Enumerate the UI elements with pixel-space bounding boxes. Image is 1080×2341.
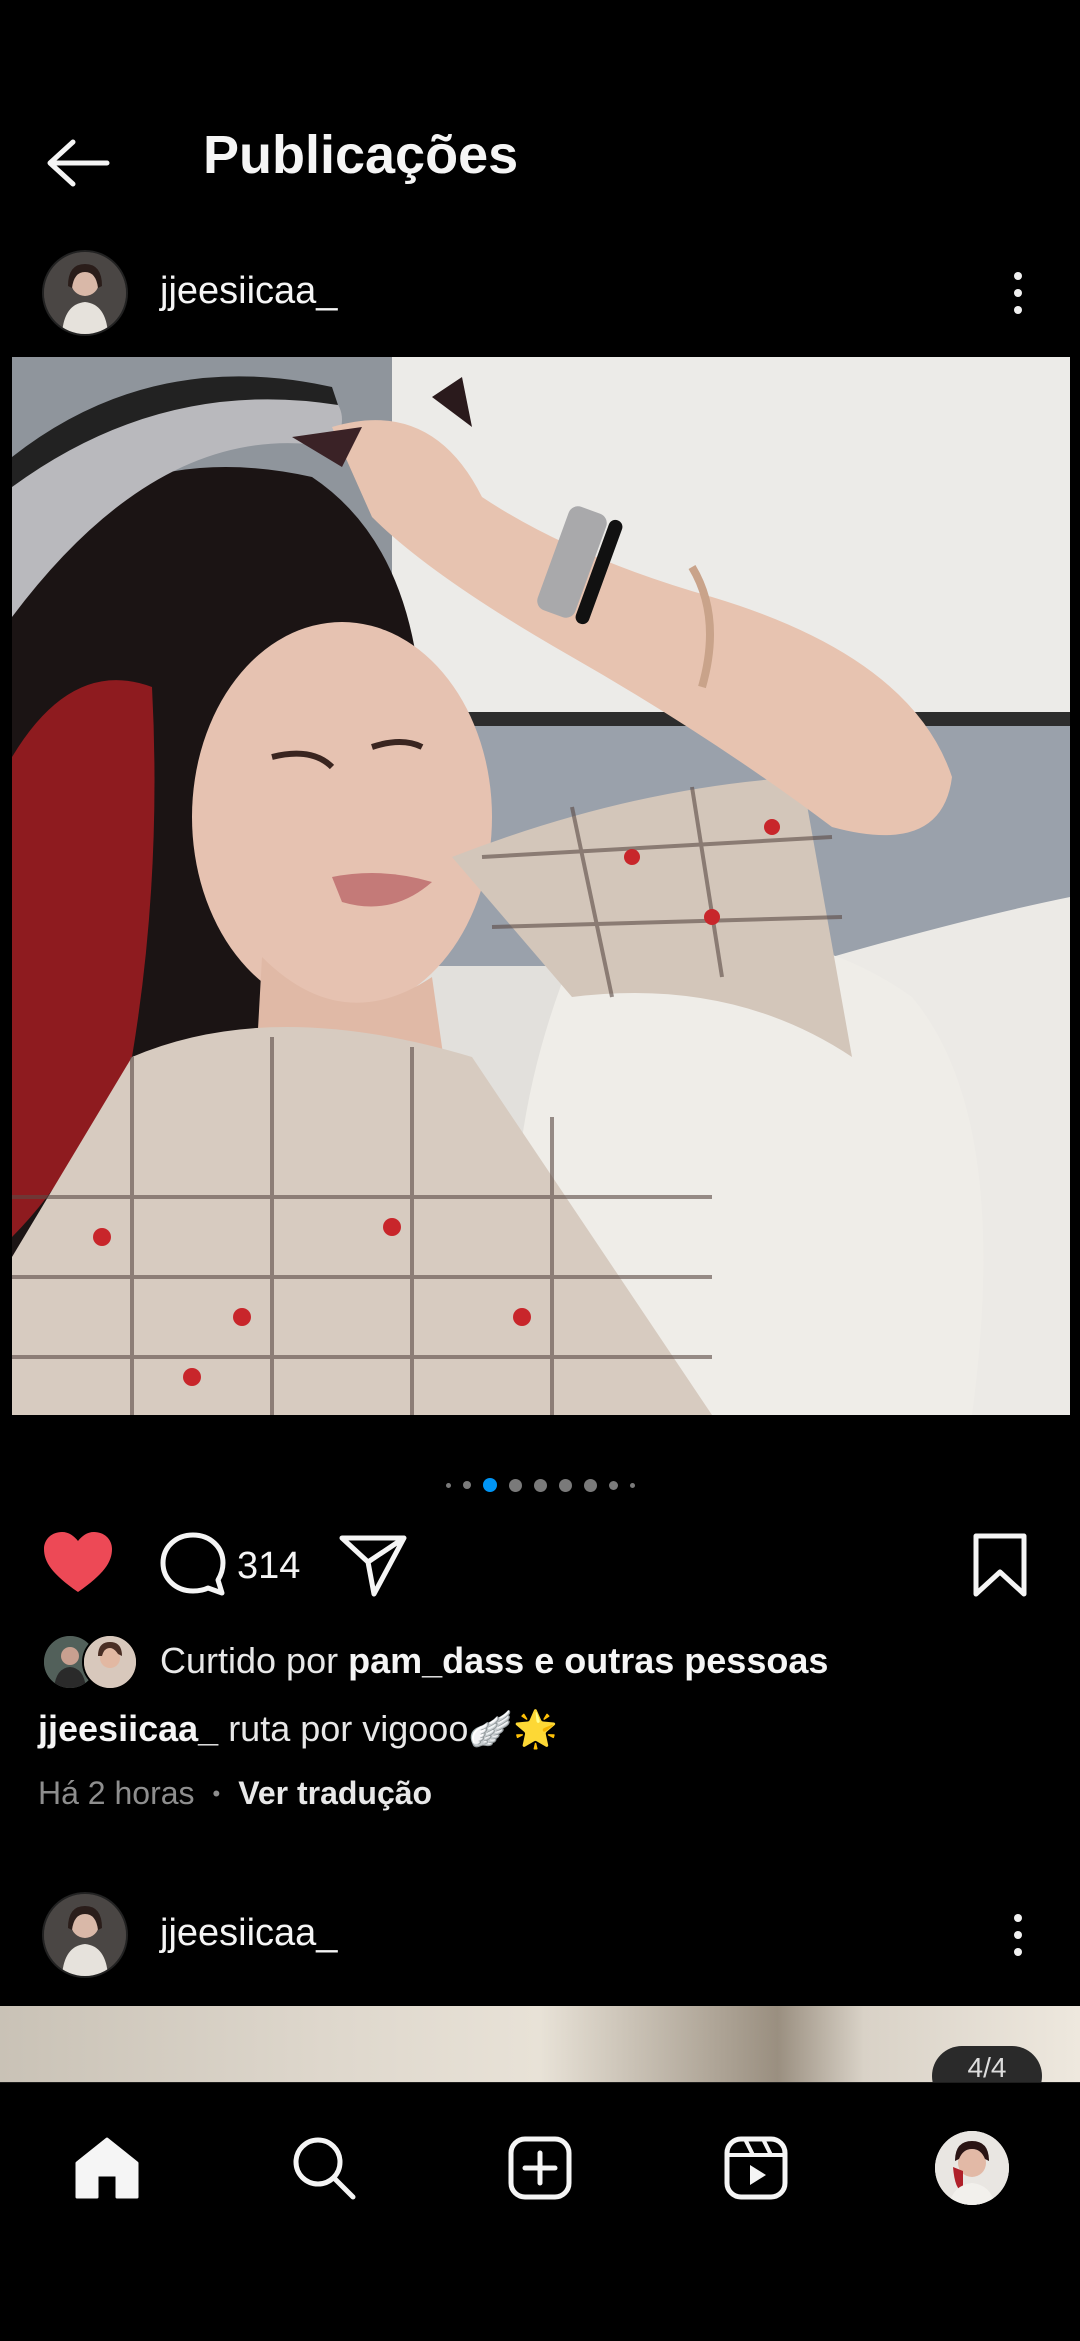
arrow-left-icon xyxy=(47,139,110,187)
save-button[interactable] xyxy=(970,1532,1030,1598)
create-icon xyxy=(508,2136,572,2200)
liked-by-suffix[interactable]: e outras pessoas xyxy=(534,1640,828,1681)
home-icon xyxy=(75,2137,139,2199)
meta-separator: • xyxy=(212,1780,221,1806)
comment-count: 314 xyxy=(237,1545,301,1587)
avatar-image xyxy=(44,252,126,334)
post-caption: jjeesiicaa_ ruta por vigooo🪽🌟 xyxy=(38,1708,558,1750)
post2-image[interactable] xyxy=(0,2006,1080,2082)
page-title: Publicações xyxy=(203,125,519,185)
carousel-dot xyxy=(445,1482,451,1488)
search-icon xyxy=(293,2137,356,2200)
carousel-dot xyxy=(629,1482,635,1488)
post2-author-avatar[interactable] xyxy=(42,1892,128,1978)
liked-by-user[interactable]: pam_dass xyxy=(348,1640,524,1681)
comment-icon xyxy=(160,1532,226,1596)
post-image[interactable] xyxy=(12,357,1070,1415)
more-dot xyxy=(1014,306,1022,314)
liker-avatar xyxy=(82,1634,138,1690)
more-dot xyxy=(1014,272,1022,280)
liked-by-avatars[interactable] xyxy=(42,1634,142,1690)
share-button[interactable] xyxy=(338,1532,408,1598)
profile-avatar xyxy=(935,2131,1009,2205)
bookmark-icon xyxy=(973,1533,1027,1597)
liked-by-text[interactable]: Curtido por pam_dass e outras pessoas xyxy=(160,1640,828,1682)
caption-text: ruta por vigooo🪽🌟 xyxy=(228,1708,558,1749)
carousel-dot xyxy=(533,1478,547,1492)
comment-button[interactable] xyxy=(158,1530,228,1598)
like-button[interactable] xyxy=(42,1530,114,1596)
translate-link[interactable]: Ver tradução xyxy=(238,1775,432,1812)
nav-home[interactable] xyxy=(62,2123,152,2213)
carousel-dot xyxy=(462,1481,471,1489)
reels-icon xyxy=(724,2136,788,2200)
nav-profile[interactable] xyxy=(927,2123,1017,2213)
carousel-dot xyxy=(558,1478,572,1492)
more-options-button[interactable] xyxy=(998,258,1038,328)
post2-author-username[interactable]: jjeesiicaa_ xyxy=(160,1912,337,1955)
carousel-dot xyxy=(608,1480,618,1490)
send-icon xyxy=(339,1535,407,1597)
avatar-image xyxy=(44,1894,126,1976)
more-dot xyxy=(1014,289,1022,297)
nav-create[interactable] xyxy=(495,2123,585,2213)
post2-more-options-button[interactable] xyxy=(998,1900,1038,1970)
nav-reels[interactable] xyxy=(711,2123,801,2213)
carousel-dot-active xyxy=(482,1478,497,1492)
caption-username[interactable]: jjeesiicaa_ xyxy=(38,1708,218,1749)
post-time: Há 2 horas xyxy=(38,1775,195,1811)
carousel-indicator xyxy=(0,1478,1080,1492)
post-author-username[interactable]: jjeesiicaa_ xyxy=(160,270,337,313)
carousel-dot xyxy=(583,1478,597,1492)
post-author-avatar[interactable] xyxy=(42,250,128,336)
post-meta: Há 2 horas • Ver tradução xyxy=(38,1775,432,1812)
post-photo-graphic xyxy=(12,357,1070,1415)
bottom-navigation xyxy=(0,2082,1080,2341)
carousel-dot xyxy=(508,1478,522,1492)
back-button[interactable] xyxy=(38,128,118,198)
liked-by-prefix: Curtido por xyxy=(160,1640,339,1681)
more-dot xyxy=(1014,1948,1022,1956)
nav-search[interactable] xyxy=(279,2123,369,2213)
heart-filled-icon xyxy=(44,1532,112,1592)
more-dot xyxy=(1014,1931,1022,1939)
more-dot xyxy=(1014,1914,1022,1922)
